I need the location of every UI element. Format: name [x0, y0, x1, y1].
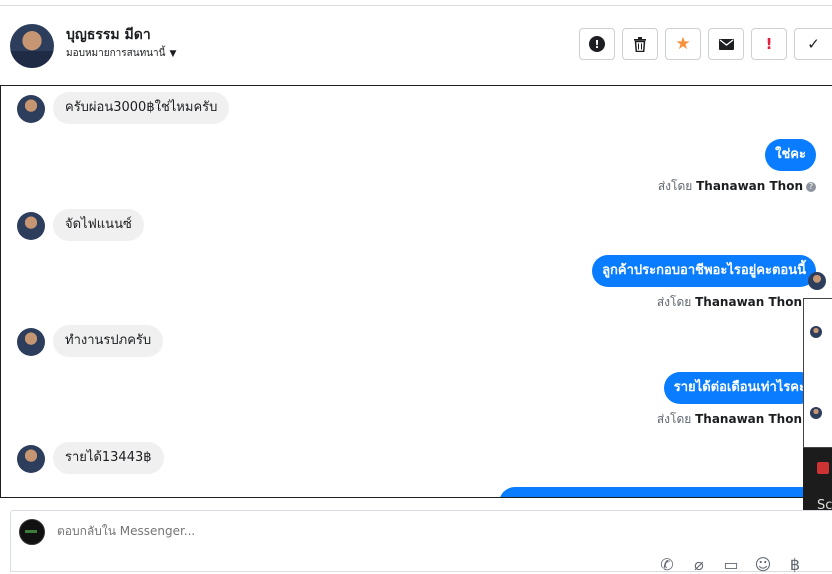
assign-conversation-dropdown[interactable]: มอบหมายการสนทนานี้ ▼ — [66, 46, 176, 61]
incoming-message[interactable]: รายได้13443฿ — [53, 442, 164, 474]
message-thread[interactable]: ครับผ่อน3000฿ใช่ไหมครับ ใช่คะ ส่งโดย Tha… — [0, 85, 832, 498]
mark-unread-button[interactable] — [708, 28, 744, 60]
follow-up-button[interactable]: ! — [751, 28, 787, 60]
alert-circle-icon: ! — [589, 36, 605, 52]
assign-label: มอบหมายการสนทนานี้ — [66, 48, 166, 59]
chat-bubble-icon[interactable]: ▭ — [721, 555, 741, 574]
mini-avatar — [810, 326, 822, 338]
sent-by-line: ส่งโดย Thanawan Thon? — [658, 177, 816, 196]
mark-done-button[interactable]: ✓ — [794, 28, 832, 60]
reply-input[interactable] — [55, 523, 659, 539]
outgoing-message-partial — [499, 487, 819, 497]
envelope-icon — [718, 38, 734, 50]
incoming-message[interactable]: จัดไฟแนนซ์ — [53, 209, 144, 241]
page-avatar — [19, 519, 45, 545]
phone-icon[interactable]: ✆ — [657, 555, 677, 574]
contact-name[interactable]: บุญธรรม มีดา — [66, 24, 151, 46]
star-icon: ★ — [675, 34, 691, 54]
outgoing-message[interactable]: ใช่คะ — [765, 139, 816, 171]
side-popup-panel — [803, 298, 832, 448]
sender-name[interactable]: Thanawan Thon — [696, 179, 803, 193]
baht-icon[interactable]: ฿ — [785, 555, 805, 574]
incoming-message[interactable]: ทำงานรปภครับ — [53, 325, 164, 357]
emoji-icon[interactable]: ☺ — [753, 555, 773, 574]
reply-composer: ✆ ⌀ ▭ ☺ ฿ — [10, 510, 832, 574]
seen-avatar — [808, 272, 826, 290]
sent-by-label: ส่งโดย — [656, 412, 692, 426]
contact-avatar-small — [17, 445, 45, 473]
sent-by-label: ส่งโดย — [656, 295, 692, 309]
trash-icon — [634, 36, 646, 52]
sender-name[interactable]: Thanawan Thon — [695, 412, 802, 426]
contact-avatar-small — [17, 328, 45, 356]
outgoing-message[interactable]: รายได้ต่อเดือนเท่าไรคะ — [663, 372, 816, 404]
sent-by-label: ส่งโดย — [657, 179, 693, 193]
notification-app-icon — [817, 462, 829, 474]
paperclip-icon[interactable]: ⌀ — [689, 555, 709, 574]
contact-avatar-small — [17, 95, 45, 123]
delete-button[interactable] — [622, 28, 658, 60]
caret-down-icon: ▼ — [169, 49, 177, 59]
sender-name[interactable]: Thanawan Thon — [695, 295, 802, 309]
exclamation-icon: ! — [765, 35, 773, 53]
outgoing-message[interactable]: ลูกค้าประกอบอาชีพอะไรอยู่คะตอนนี้ — [592, 255, 816, 287]
report-spam-button[interactable]: ! — [579, 28, 615, 60]
sent-by-line: ส่งโดย Thanawan Thon — [657, 410, 802, 429]
incoming-message[interactable]: ครับผ่อน3000฿ใช่ไหมครับ — [53, 92, 230, 124]
mini-avatar — [810, 407, 822, 419]
sent-by-line: ส่งโดย Thanawan Thon — [657, 293, 802, 312]
help-icon[interactable]: ? — [806, 182, 816, 192]
star-button[interactable]: ★ — [665, 28, 701, 60]
contact-avatar-small — [17, 212, 45, 240]
conversation-header: บุญธรรม มีดา มอบหมายการสนทนานี้ ▼ ! ★ ! … — [0, 6, 832, 84]
checkmark-icon: ✓ — [807, 35, 820, 53]
composer-actions: ✆ ⌀ ▭ ☺ ฿ — [657, 555, 805, 574]
contact-avatar[interactable] — [10, 24, 54, 68]
toolbar: ! ★ ! ✓ — [579, 28, 832, 60]
